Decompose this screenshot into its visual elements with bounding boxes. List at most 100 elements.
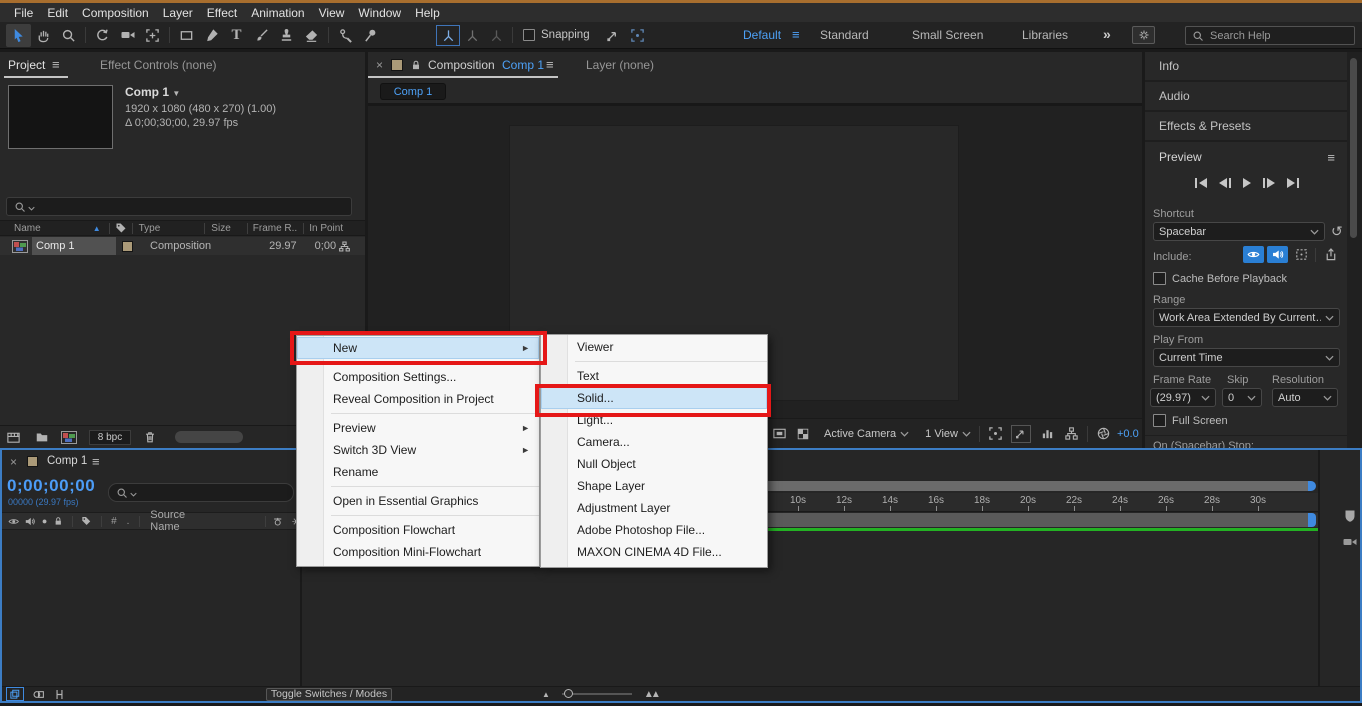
menu-layer[interactable]: Layer <box>156 6 200 20</box>
grid-guides-icon[interactable] <box>988 426 1003 441</box>
workspace-overflow-icon[interactable]: » <box>1103 26 1111 42</box>
menu-edit[interactable]: Edit <box>40 6 75 20</box>
region-of-interest-icon[interactable] <box>772 426 787 441</box>
submenu-item-camera[interactable]: Camera... <box>541 431 767 453</box>
snap-area-icon[interactable] <box>625 24 650 47</box>
trash-icon[interactable] <box>143 430 157 444</box>
tab-composition-name[interactable]: Comp 1 <box>502 58 544 72</box>
tab-layer[interactable]: Layer (none) <box>586 58 654 72</box>
vertical-scrollbar-thumb[interactable] <box>1350 58 1357 238</box>
menu-animation[interactable]: Animation <box>244 6 311 20</box>
work-area-end-handle[interactable] <box>1308 513 1316 527</box>
panel-info[interactable]: Info <box>1145 52 1347 82</box>
resolution-select[interactable]: Auto <box>1272 388 1338 407</box>
navigator-end-handle[interactable] <box>1308 481 1316 491</box>
timeline-search-field[interactable] <box>108 483 294 502</box>
current-timecode[interactable]: 0;00;00;00 <box>7 476 95 496</box>
zoom-tool-button[interactable] <box>56 24 81 47</box>
menu-window[interactable]: Window <box>351 6 408 20</box>
view-axis-mode-button[interactable] <box>484 25 508 46</box>
panel-effects-presets[interactable]: Effects & Presets <box>1145 112 1347 142</box>
workspace-standard[interactable]: Standard <box>820 28 869 42</box>
column-type[interactable]: Type <box>139 223 161 234</box>
menu-item-reveal-composition[interactable]: Reveal Composition in Project <box>297 388 539 410</box>
play-button[interactable] <box>1239 178 1255 188</box>
label-column-icon[interactable] <box>81 515 92 527</box>
clone-stamp-tool-button[interactable] <box>274 24 299 47</box>
include-audio-button[interactable] <box>1267 246 1288 263</box>
frame-rate-select[interactable]: (29.97) <box>1150 388 1216 407</box>
timeline-panel-menu-icon[interactable]: ≡ <box>92 454 100 469</box>
local-axis-mode-button[interactable] <box>436 24 460 46</box>
column-number[interactable]: # <box>111 516 117 527</box>
new-composition-icon[interactable] <box>61 431 77 444</box>
cache-before-playback-checkbox[interactable] <box>1153 272 1166 285</box>
eye-icon[interactable] <box>8 515 19 528</box>
project-comp-title[interactable]: Comp 1 ▼ <box>125 85 276 99</box>
roto-brush-tool-button[interactable] <box>333 24 358 47</box>
menu-view[interactable]: View <box>312 6 352 20</box>
include-video-button[interactable] <box>1243 246 1264 263</box>
workspace-menu-icon[interactable]: ≡ <box>792 27 800 42</box>
include-overlays-icon[interactable] <box>1294 247 1309 262</box>
flowchart-icon[interactable] <box>1064 426 1079 441</box>
help-search-box[interactable] <box>1185 26 1355 45</box>
menu-item-composition-settings[interactable]: Composition Settings... <box>297 366 539 388</box>
tab-effect-controls[interactable]: Effect Controls (none) <box>100 58 217 72</box>
new-folder-icon[interactable] <box>35 430 49 444</box>
close-icon[interactable]: × <box>10 455 17 469</box>
text-tool-button[interactable]: T <box>224 24 249 47</box>
submenu-item-shape-layer[interactable]: Shape Layer <box>541 475 767 497</box>
full-screen-checkbox[interactable] <box>1153 414 1166 427</box>
pen-tool-button[interactable] <box>199 24 224 47</box>
shortcut-select[interactable]: Spacebar <box>1153 222 1325 241</box>
eraser-tool-button[interactable] <box>299 24 324 47</box>
label-column-icon[interactable] <box>115 222 127 234</box>
world-axis-mode-button[interactable] <box>460 25 484 46</box>
column-name[interactable]: Name <box>14 223 41 234</box>
fast-previews-button[interactable] <box>1010 424 1031 443</box>
shy-icon[interactable] <box>272 515 283 528</box>
help-search-input[interactable] <box>1210 29 1340 42</box>
sort-ascending-icon[interactable]: ▲ <box>93 224 101 233</box>
preview-panel-menu-icon[interactable]: ≡ <box>1327 150 1335 165</box>
submenu-item-adjustment-layer[interactable]: Adjustment Layer <box>541 497 767 519</box>
column-frame-rate[interactable]: Frame R.. <box>253 223 297 234</box>
comp-marker-icon[interactable] <box>1342 508 1358 524</box>
viewer-panel-menu-icon[interactable]: ≡ <box>546 57 554 72</box>
exposure-value[interactable]: +0.0 <box>1117 428 1139 440</box>
last-frame-button[interactable] <box>1283 178 1303 188</box>
menu-help[interactable]: Help <box>408 6 447 20</box>
first-frame-button[interactable] <box>1191 178 1211 188</box>
menu-item-rename[interactable]: Rename <box>297 461 539 483</box>
submenu-item-null-object[interactable]: Null Object <box>541 453 767 475</box>
breadcrumb[interactable]: Comp 1 <box>380 83 446 100</box>
menu-item-composition-flowchart[interactable]: Composition Flowchart <box>297 519 539 541</box>
exposure-icon[interactable] <box>1096 426 1111 441</box>
table-row[interactable]: Comp 1 Composition 29.97 0;00 <box>0 237 365 255</box>
in-out-panes-toggle-icon[interactable] <box>53 688 66 701</box>
layer-switches-toggle-button[interactable] <box>6 687 24 701</box>
workspace-libraries[interactable]: Libraries <box>1022 28 1068 42</box>
rectangle-tool-button[interactable] <box>174 24 199 47</box>
menu-item-new[interactable]: New ► <box>297 337 539 359</box>
tab-composition-label[interactable]: Composition <box>428 58 495 72</box>
project-search-field[interactable] <box>6 197 352 216</box>
sync-settings-button[interactable] <box>1132 26 1155 44</box>
submenu-item-text[interactable]: Text <box>541 365 767 387</box>
reset-icon[interactable]: ↺ <box>1331 223 1343 240</box>
submenu-item-cinema-4d-file[interactable]: MAXON CINEMA 4D File... <box>541 541 767 563</box>
submenu-item-viewer[interactable]: Viewer <box>541 336 767 358</box>
puppet-pin-tool-button[interactable] <box>358 24 383 47</box>
zoom-slider-knob[interactable] <box>563 689 573 698</box>
transparency-grid-icon[interactable] <box>796 427 810 441</box>
menu-composition[interactable]: Composition <box>75 6 156 20</box>
timeline-zoom-slider[interactable] <box>561 689 632 698</box>
transfer-controls-toggle-icon[interactable] <box>32 688 45 701</box>
camera-select[interactable]: Active Camera <box>824 428 909 440</box>
skip-select[interactable]: 0 <box>1222 388 1262 407</box>
brush-tool-button[interactable] <box>249 24 274 47</box>
menu-effect[interactable]: Effect <box>200 6 244 20</box>
tab-project[interactable]: Project <box>8 58 45 72</box>
selection-tool-button[interactable] <box>6 23 31 47</box>
